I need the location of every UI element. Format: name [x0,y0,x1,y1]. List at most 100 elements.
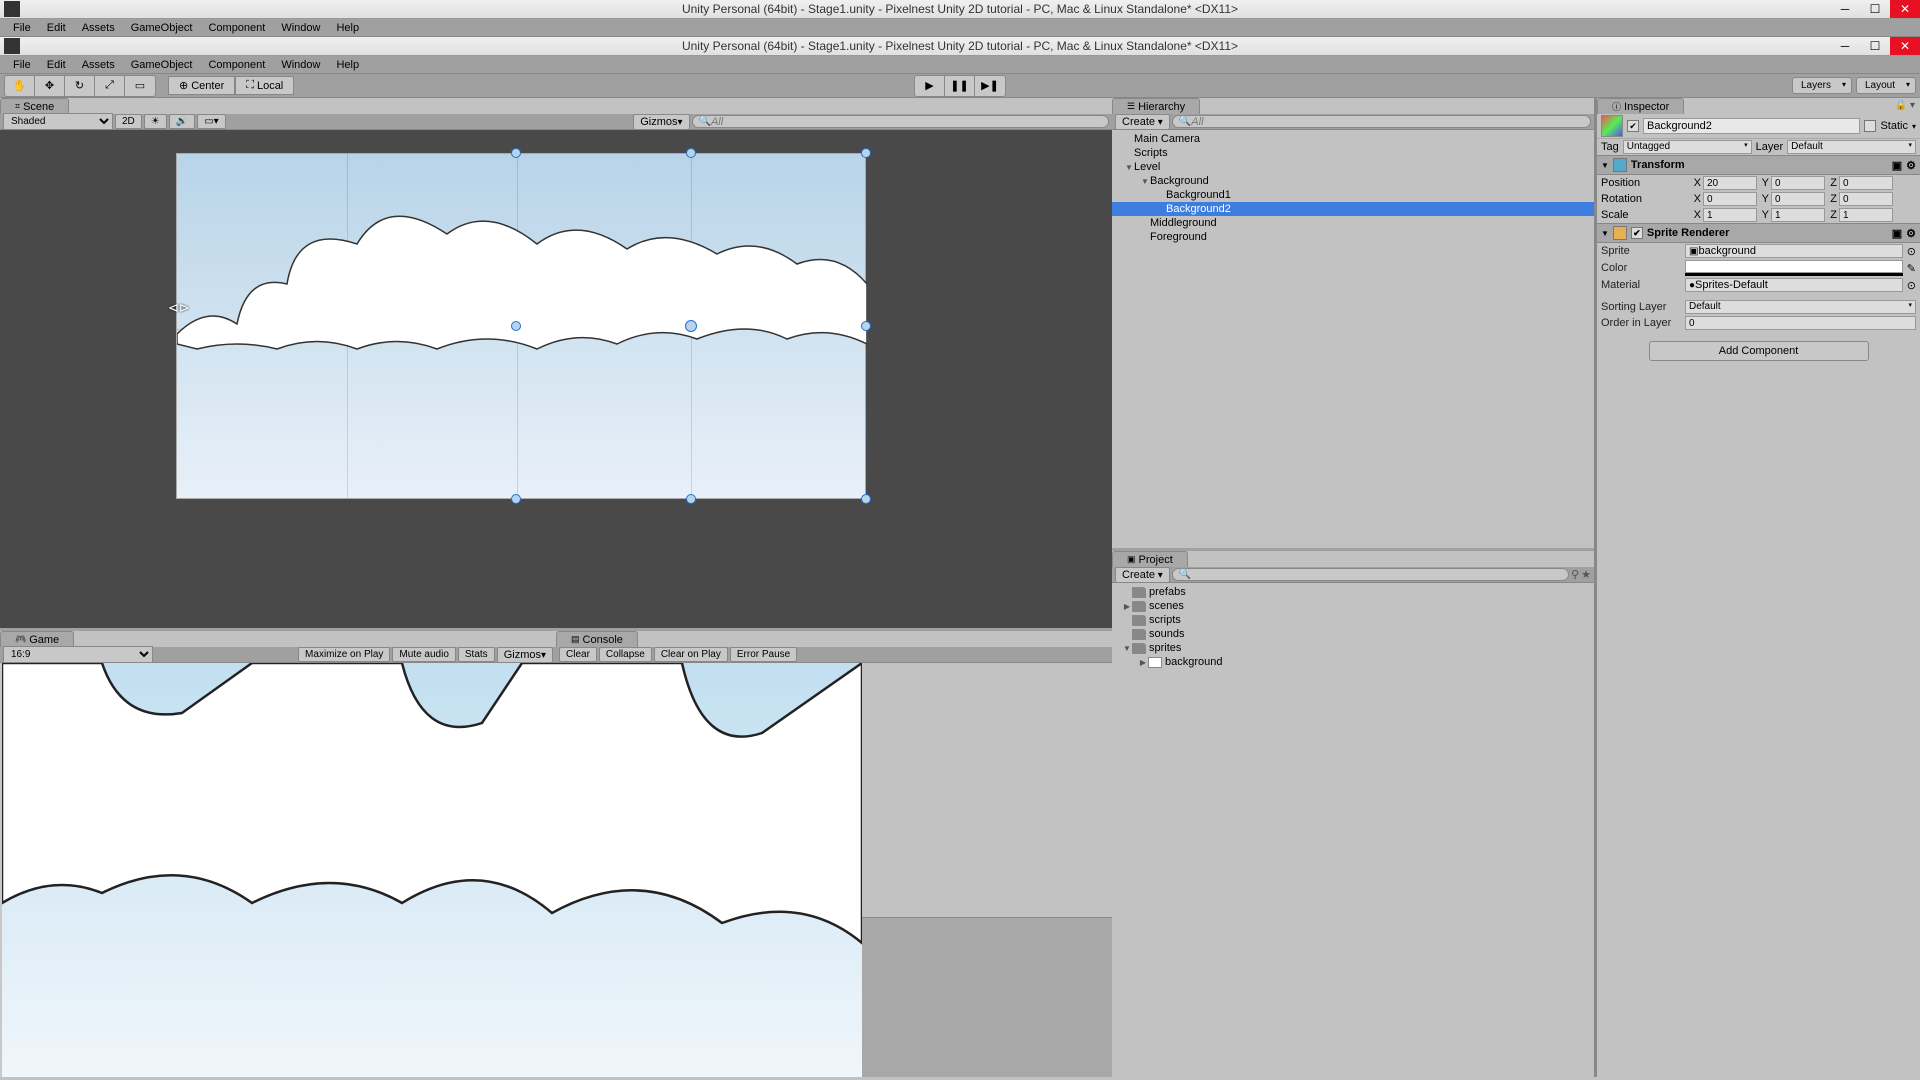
game-view[interactable] [0,663,556,1077]
menu-edit[interactable]: Edit [39,22,74,34]
static-checkbox[interactable] [1864,120,1876,132]
error-pause[interactable]: Error Pause [730,647,797,662]
menu-gameobject[interactable]: GameObject [123,22,201,34]
step-button[interactable]: ▶❚ [975,76,1005,96]
project-item-sounds[interactable]: sounds [1116,627,1590,641]
menu-file-2[interactable]: File [5,59,39,71]
project-item-scenes[interactable]: ▶scenes [1116,599,1590,613]
maximize-on-play[interactable]: Maximize on Play [298,647,390,662]
project-search[interactable]: 🔍 [1172,568,1569,581]
sr-enabled[interactable]: ✔ [1631,227,1643,239]
sorting-layer-dropdown[interactable]: Default [1685,300,1916,314]
scene-tab[interactable]: ⌗Scene [0,98,69,114]
hierarchy-item-level[interactable]: ▼Level [1112,160,1594,174]
maximize-button[interactable]: ☐ [1860,0,1890,18]
2d-toggle[interactable]: 2D [115,114,142,129]
game-gizmos[interactable]: Gizmos▾ [497,647,553,663]
rot-x[interactable] [1703,192,1757,206]
picker-icon-2[interactable]: ⊙ [1907,279,1916,292]
eyedropper-icon[interactable]: ✎ [1907,262,1916,275]
console-tab[interactable]: ▤Console [556,631,638,647]
project-create[interactable]: Create ▾ [1115,567,1170,583]
pause-button[interactable]: ❚❚ [945,76,975,96]
add-component-button[interactable]: Add Component [1649,341,1869,361]
light-toggle[interactable]: ☀ [144,114,167,129]
hierarchy-item-background2[interactable]: Background2 [1112,202,1594,216]
pos-z[interactable] [1839,176,1893,190]
aspect-dropdown[interactable]: 16:9 [3,646,153,663]
hierarchy-item-background[interactable]: ▼Background [1112,174,1594,188]
menu-gameobject-2[interactable]: GameObject [123,59,201,71]
gameobject-icon[interactable] [1601,115,1623,137]
scene-search[interactable]: 🔍All [692,115,1110,128]
inner-maximize-button[interactable]: ☐ [1860,37,1890,55]
project-item-scripts[interactable]: scripts [1116,613,1590,627]
hierarchy-create[interactable]: Create ▾ [1115,114,1170,130]
hierarchy-item-scripts[interactable]: Scripts [1112,146,1594,160]
color-field[interactable] [1685,260,1903,273]
layout-dropdown[interactable]: Layout [1856,77,1916,94]
game-tab[interactable]: 🎮Game [0,631,74,647]
scale-tool[interactable]: ⤢ [95,76,125,96]
scale-z[interactable] [1839,208,1893,222]
scene-view[interactable]: ⊲⊳ [0,130,1112,628]
menu-component-2[interactable]: Component [200,59,273,71]
pivot-local[interactable]: ⛶Local [235,76,294,95]
project-tree[interactable]: prefabs▶scenesscriptssounds▼sprites▶back… [1112,583,1594,1077]
fx-dropdown[interactable]: ▭▾ [197,114,225,129]
shaded-dropdown[interactable]: Shaded [3,113,113,130]
clear-button[interactable]: Clear [559,647,597,662]
collapse-button[interactable]: Collapse [599,647,652,662]
help-icon[interactable]: ▣ [1892,159,1902,172]
sprite-renderer-header[interactable]: ▼ ✔ Sprite Renderer ▣⚙ [1597,223,1920,243]
tag-dropdown[interactable]: Untagged [1623,140,1752,154]
menu-file[interactable]: File [5,22,39,34]
move-tool[interactable]: ✥ [35,76,65,96]
gear-icon-2[interactable]: ⚙ [1906,227,1916,240]
project-item-prefabs[interactable]: prefabs [1116,585,1590,599]
hierarchy-tree[interactable]: Main CameraScripts▼Level▼BackgroundBackg… [1112,130,1594,548]
hierarchy-item-background1[interactable]: Background1 [1112,188,1594,202]
menu-window[interactable]: Window [273,22,328,34]
help-icon-2[interactable]: ▣ [1892,227,1902,240]
project-item-background[interactable]: ▶background [1116,655,1590,669]
audio-toggle[interactable]: 🔊 [169,114,195,129]
menu-assets[interactable]: Assets [74,22,123,34]
gear-icon[interactable]: ⚙ [1906,159,1916,172]
hand-tool[interactable]: ✋ [5,76,35,96]
menu-assets-2[interactable]: Assets [74,59,123,71]
hierarchy-item-main camera[interactable]: Main Camera [1112,132,1594,146]
picker-icon[interactable]: ⊙ [1907,245,1916,258]
pivot-center[interactable]: ⊕Center [168,76,235,95]
hierarchy-item-middleground[interactable]: Middleground [1112,216,1594,230]
transform-header[interactable]: ▼ Transform ▣⚙ [1597,155,1920,175]
menu-window-2[interactable]: Window [273,59,328,71]
minimize-button[interactable]: ─ [1830,0,1860,18]
rot-y[interactable] [1771,192,1825,206]
layer-dropdown[interactable]: Default [1787,140,1916,154]
rotate-tool[interactable]: ↻ [65,76,95,96]
clear-on-play[interactable]: Clear on Play [654,647,728,662]
scale-x[interactable] [1703,208,1757,222]
inner-minimize-button[interactable]: ─ [1830,37,1860,55]
menu-edit-2[interactable]: Edit [39,59,74,71]
object-name-field[interactable] [1643,118,1860,134]
inner-close-button[interactable]: ✕ [1890,37,1920,55]
menu-component[interactable]: Component [200,22,273,34]
pos-y[interactable] [1771,176,1825,190]
hierarchy-tab[interactable]: ☰Hierarchy [1112,98,1200,114]
sprite-field[interactable]: ▣ background [1685,244,1903,258]
material-field[interactable]: ● Sprites-Default [1685,278,1903,292]
rect-tool[interactable]: ▭ [125,76,155,96]
close-button[interactable]: ✕ [1890,0,1920,18]
menu-help[interactable]: Help [328,22,367,34]
stats-button[interactable]: Stats [458,647,495,662]
pos-x[interactable] [1703,176,1757,190]
filter-icon[interactable]: ⚲ [1571,568,1579,581]
order-field[interactable] [1685,316,1916,330]
mute-audio[interactable]: Mute audio [392,647,455,662]
project-tab[interactable]: ▣Project [1112,551,1188,567]
inspector-tab[interactable]: ⓘInspector [1597,98,1684,114]
selection-rect[interactable] [516,153,866,499]
lock-icon[interactable]: 🔒 ▾ [1890,98,1920,114]
